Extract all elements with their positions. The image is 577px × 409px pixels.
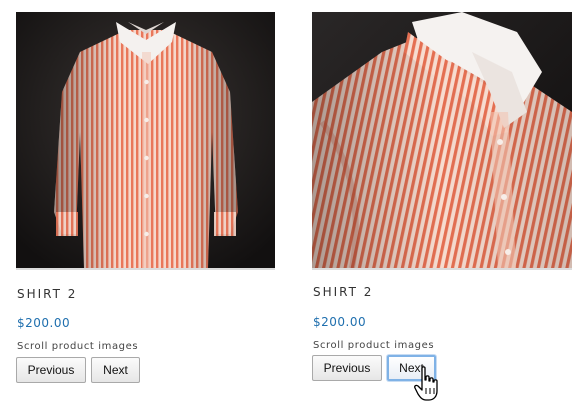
scroll-images-label: Scroll product images bbox=[17, 341, 139, 352]
product-price: $200.00 bbox=[313, 315, 367, 329]
image-divider bbox=[312, 268, 572, 270]
previous-image-button[interactable]: Previous bbox=[312, 355, 382, 381]
product-price: $200.00 bbox=[17, 316, 71, 330]
hand-pointer-icon bbox=[414, 366, 438, 401]
previous-image-button[interactable]: Previous bbox=[16, 357, 86, 383]
product-name: SHIRT 2 bbox=[313, 285, 374, 299]
next-image-button[interactable]: Next bbox=[91, 357, 140, 383]
shirt-closeup-photo bbox=[312, 12, 572, 268]
product-image-shirt-closeup bbox=[312, 12, 572, 268]
scroll-images-label: Scroll product images bbox=[313, 340, 435, 351]
shirt-front-photo bbox=[16, 12, 275, 268]
image-divider bbox=[16, 268, 275, 270]
product-name: SHIRT 2 bbox=[17, 287, 78, 301]
product-image-shirt-front bbox=[16, 12, 275, 268]
